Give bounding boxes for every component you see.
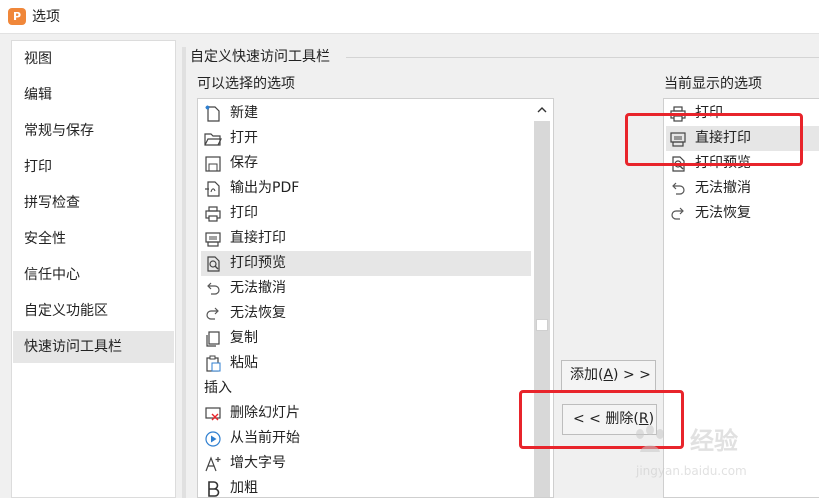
available-options-caption: 可以选择的选项 bbox=[197, 76, 295, 92]
sidebar-item-security[interactable]: 安全性 bbox=[13, 223, 174, 255]
group-divider bbox=[182, 47, 186, 498]
new-icon bbox=[205, 105, 220, 122]
list-item-new[interactable]: 新建 bbox=[201, 101, 531, 126]
sidebar-item-quick-access-toolbar[interactable]: 快速访问工具栏 bbox=[13, 331, 174, 363]
paste-icon bbox=[206, 355, 221, 372]
sidebar-item-general-save[interactable]: 常规与保存 bbox=[13, 115, 174, 147]
delete-slide-icon bbox=[205, 407, 221, 421]
list-item-label: 无法恢复 bbox=[230, 305, 286, 321]
options-sidebar: 视图 编辑 常规与保存 打印 拼写检查 安全性 信任中心 自定义功能区 快速访问… bbox=[11, 40, 176, 498]
group-line bbox=[346, 57, 819, 58]
sidebar-item-edit[interactable]: 编辑 bbox=[13, 79, 174, 111]
list-item-label: 粘贴 bbox=[230, 355, 258, 371]
list-item-open[interactable]: 打开 bbox=[201, 126, 531, 151]
printer-icon bbox=[205, 206, 221, 222]
list-item-label: 保存 bbox=[230, 155, 258, 171]
sidebar-item-spellcheck[interactable]: 拼写检查 bbox=[13, 187, 174, 219]
sidebar-item-trust-center[interactable]: 信任中心 bbox=[13, 259, 174, 291]
list-item-label: 打印 bbox=[230, 205, 258, 221]
add-button-key: A bbox=[603, 367, 614, 383]
list-item-paste[interactable]: 粘贴 bbox=[201, 351, 531, 376]
add-button-suffix: ) > > bbox=[613, 367, 651, 383]
sidebar-item-print[interactable]: 打印 bbox=[13, 151, 174, 183]
add-button-label: 添加( bbox=[570, 367, 604, 383]
redo-icon bbox=[671, 207, 684, 220]
undo-icon bbox=[207, 282, 220, 295]
add-button[interactable]: 添加(A) > > bbox=[561, 360, 656, 391]
save-icon bbox=[205, 156, 221, 172]
window-title: 选项 bbox=[32, 9, 60, 25]
current-item-label: 无法撤消 bbox=[695, 180, 751, 196]
highlight-box-direct-print bbox=[625, 113, 803, 166]
list-item-delete-slide[interactable]: 删除幻灯片 bbox=[201, 401, 531, 426]
list-item-redo[interactable]: 无法恢复 bbox=[201, 301, 531, 326]
available-options-list[interactable]: 新建 打开 保存 输出为PDF 打印 直接打印 打印预览 无法撤消 无法恢复 复… bbox=[197, 98, 554, 498]
current-item-redo[interactable]: 无法恢复 bbox=[666, 201, 819, 226]
scrollbar-thumb[interactable] bbox=[536, 319, 548, 331]
list-item-export-pdf[interactable]: 输出为PDF bbox=[201, 176, 531, 201]
app-logo: P bbox=[8, 8, 26, 25]
copy-icon bbox=[206, 331, 220, 347]
title-bar: P 选项 bbox=[0, 0, 819, 34]
list-item-label: 从当前开始 bbox=[230, 430, 300, 446]
list-item-label: 打开 bbox=[230, 130, 258, 146]
list-item-label: 增大字号 bbox=[230, 455, 286, 471]
list-item-label: 删除幻灯片 bbox=[230, 405, 300, 421]
current-options-caption: 当前显示的选项 bbox=[664, 76, 762, 92]
list-item-print[interactable]: 打印 bbox=[201, 201, 531, 226]
current-item-undo[interactable]: 无法撤消 bbox=[666, 176, 819, 201]
play-from-current-icon bbox=[205, 431, 221, 447]
print-preview-icon bbox=[207, 256, 220, 272]
list-item-save[interactable]: 保存 bbox=[201, 151, 531, 176]
bold-icon bbox=[208, 481, 220, 497]
sidebar-item-view[interactable]: 视图 bbox=[13, 43, 174, 75]
list-item-label: 加粗 bbox=[230, 480, 258, 496]
list-item-label: 复制 bbox=[230, 330, 258, 346]
list-item-label: 直接打印 bbox=[230, 230, 286, 246]
list-item-increase-font[interactable]: 增大字号 bbox=[201, 451, 531, 476]
list-item-copy[interactable]: 复制 bbox=[201, 326, 531, 351]
list-item-print-preview[interactable]: 打印预览 bbox=[201, 251, 531, 276]
section-label-insert: 插入 bbox=[204, 380, 232, 396]
watermark: 经验 jingyan.baidu.com bbox=[628, 424, 788, 484]
redo-icon bbox=[206, 307, 219, 320]
list-item-play-from-current[interactable]: 从当前开始 bbox=[201, 426, 531, 451]
list-item-label: 打印预览 bbox=[230, 255, 286, 271]
folder-open-icon bbox=[204, 133, 222, 146]
direct-print-icon bbox=[205, 232, 221, 247]
group-title: 自定义快速访问工具栏 bbox=[190, 48, 336, 66]
list-item-undo[interactable]: 无法撤消 bbox=[201, 276, 531, 301]
chevron-up-icon[interactable] bbox=[534, 101, 550, 119]
list-item-bold[interactable]: 加粗 bbox=[201, 476, 531, 497]
increase-font-icon bbox=[205, 456, 221, 472]
baidu-paw-logo bbox=[636, 425, 664, 452]
list-item-label: 无法撤消 bbox=[230, 280, 286, 296]
sidebar-item-customize-ribbon[interactable]: 自定义功能区 bbox=[13, 295, 174, 327]
list-item-label: 输出为PDF bbox=[230, 180, 300, 196]
watermark-url: jingyan.baidu.com bbox=[636, 464, 747, 478]
watermark-brand: 经验 bbox=[690, 427, 738, 455]
undo-icon bbox=[672, 182, 685, 195]
current-item-label: 无法恢复 bbox=[695, 205, 751, 221]
list-item-direct-print[interactable]: 直接打印 bbox=[201, 226, 531, 251]
list-item-label: 新建 bbox=[230, 105, 258, 121]
export-pdf-icon bbox=[205, 181, 220, 197]
